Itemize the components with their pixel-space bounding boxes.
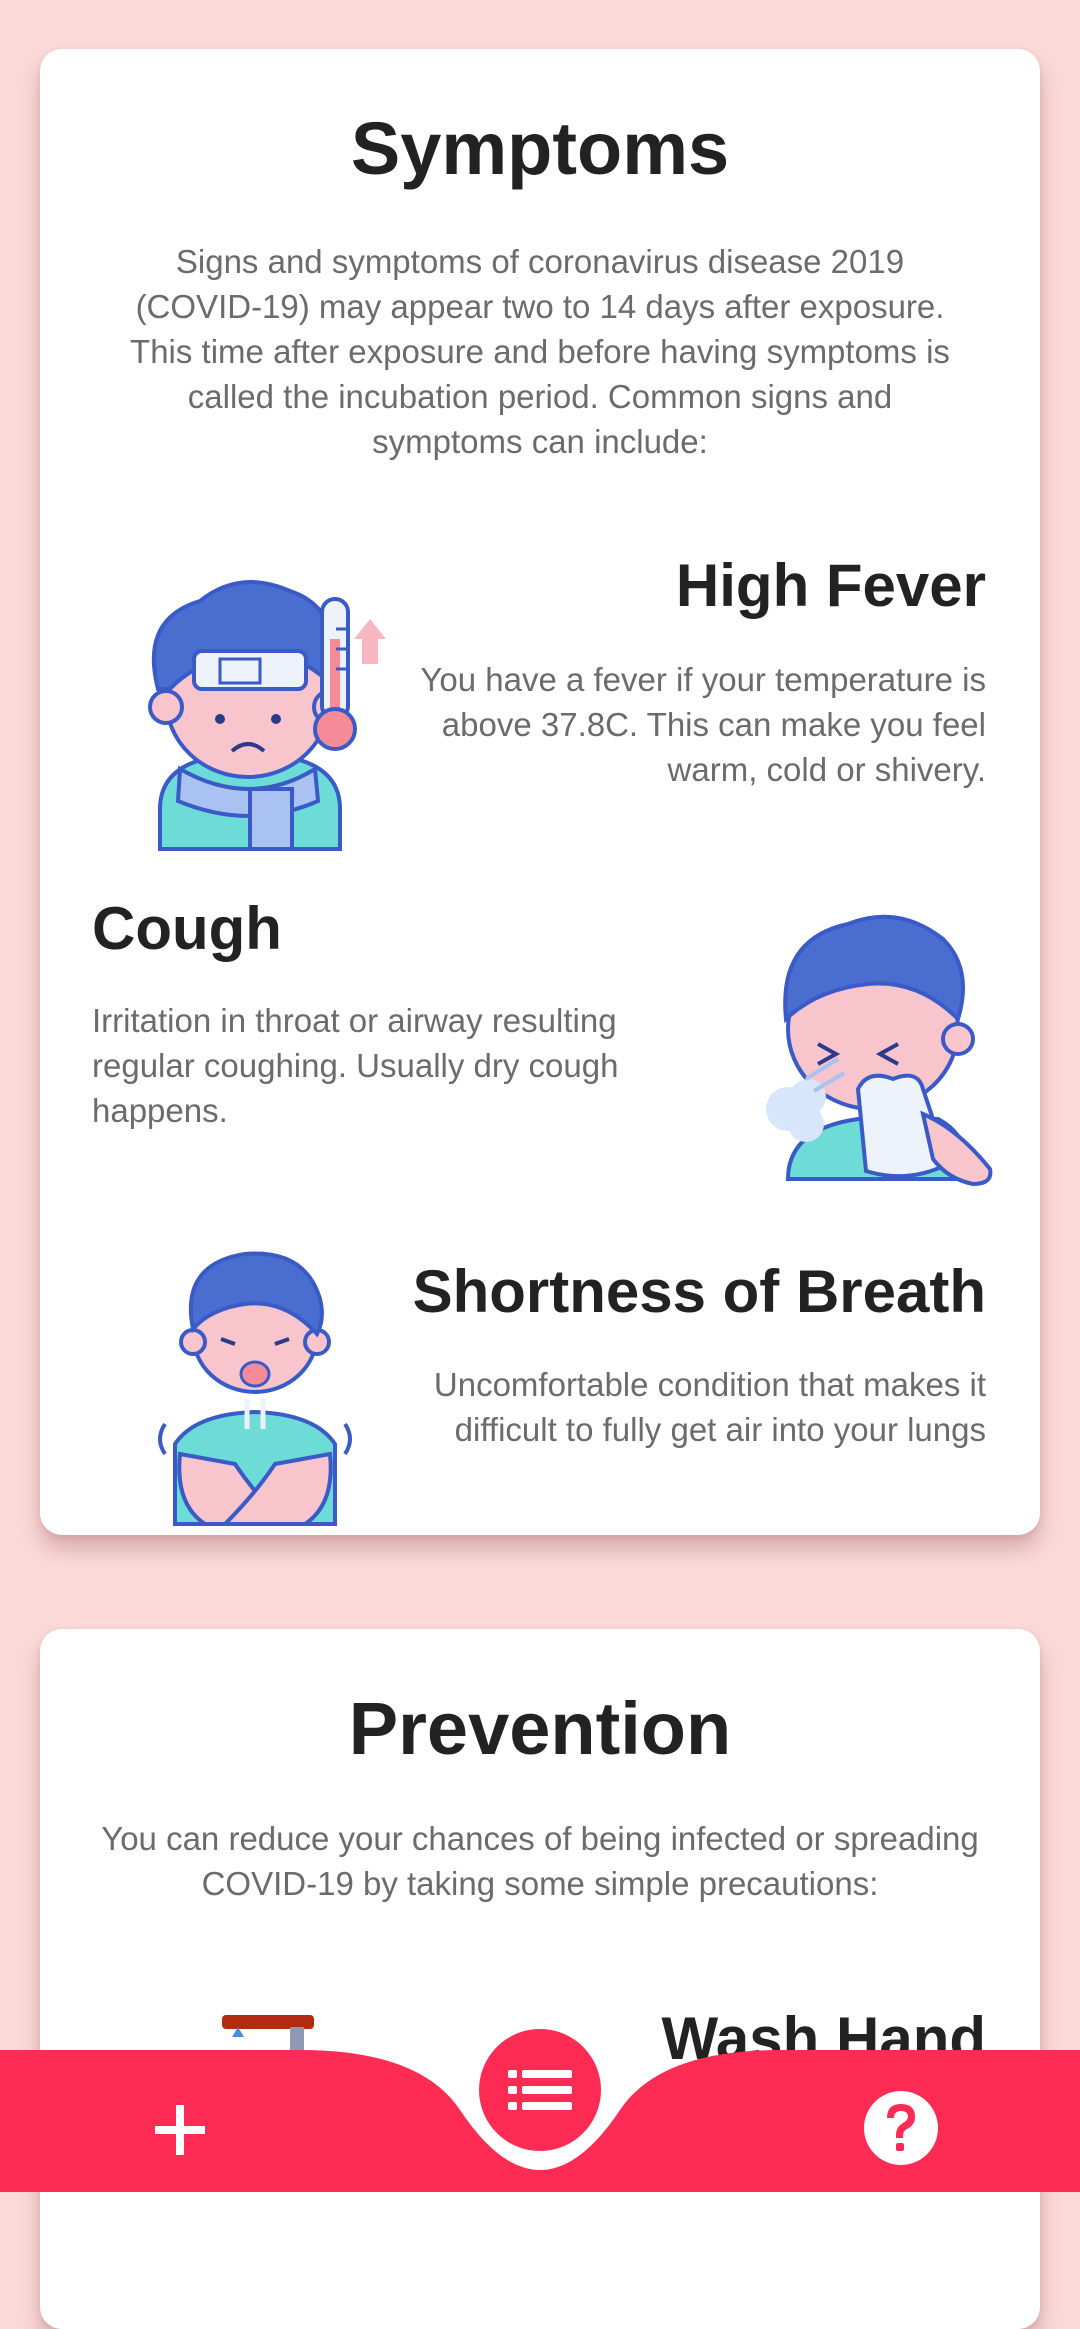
list-icon [508,2070,572,2110]
symptoms-card: Symptoms Signs and symptoms of coronavir… [40,49,1040,1535]
symptoms-intro: Signs and symptoms of coronavirus diseas… [130,243,950,460]
symptom-desc-high-fever: You have a fever if your temperature is … [420,661,986,788]
prevention-title: Prevention [348,1687,732,1770]
prevention-intro: You can reduce your chances of being inf… [101,1820,979,1902]
cough-illustration [766,914,993,1187]
shortness-of-breath-illustration [158,1251,352,1526]
add-button[interactable] [140,2090,220,2170]
symptoms-title: Symptoms [350,107,730,190]
fever-illustration [148,580,386,851]
symptom-desc-cough: Irritation in throat or airway resulting… [92,1002,619,1129]
menu-button[interactable] [479,2029,601,2151]
help-button[interactable] [864,2091,938,2165]
plus-icon [155,2105,205,2155]
symptom-title-cough: Cough [92,895,282,962]
symptom-title-shortness-of-breath: Shortness of Breath [412,1258,986,1325]
symptom-desc-shortness-of-breath: Uncomfortable condition that makes it di… [433,1366,986,1448]
help-icon [887,2104,915,2151]
prevention-card: Prevention You can reduce your chances o… [40,1629,1040,2329]
symptom-title-high-fever: High Fever [675,552,986,619]
